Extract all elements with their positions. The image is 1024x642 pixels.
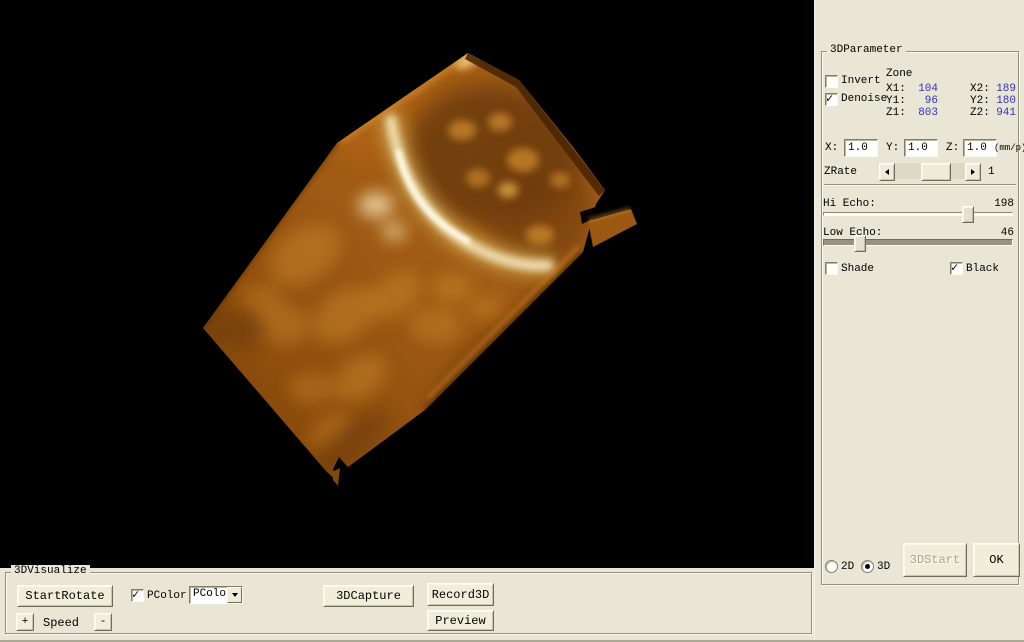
- low-echo-label: Low Echo:: [823, 227, 882, 239]
- zone-y2-label: Y2:: [970, 95, 990, 107]
- denoise-label: Denoise: [841, 93, 887, 105]
- app-window: 3DParameter Invert Denoise Zone X1: 104 …: [0, 0, 1024, 642]
- zone-x1-value: 104: [910, 83, 938, 95]
- visualize-panel: 3DVisualize StartRotate PColor PColor 3D…: [0, 568, 814, 640]
- low-echo-value: 46: [982, 227, 1014, 239]
- zrate-value: 1: [988, 166, 995, 178]
- hi-echo-label: Hi Echo:: [823, 198, 876, 210]
- scale-x-input[interactable]: 1.0: [844, 139, 878, 157]
- scale-x-label: X:: [825, 142, 838, 154]
- parameter-panel: 3DParameter Invert Denoise Zone X1: 104 …: [814, 0, 1024, 640]
- zone-z2-label: Z2:: [970, 107, 990, 119]
- ok-button[interactable]: OK: [973, 543, 1020, 577]
- black-label: Black: [966, 263, 999, 275]
- arrow-right-icon: [971, 169, 975, 175]
- start-rotate-button[interactable]: StartRotate: [17, 585, 113, 607]
- zone-z1-value: 803: [910, 107, 938, 119]
- preview-button[interactable]: Preview: [427, 610, 494, 631]
- zone-y2-value: 180: [988, 95, 1016, 107]
- scale-y-input[interactable]: 1.0: [904, 139, 938, 157]
- mode-3d-label: 3D: [877, 561, 890, 573]
- parameter-group-title: 3DParameter: [827, 44, 906, 57]
- hi-echo-slider-thumb[interactable]: [962, 206, 974, 223]
- start3d-button[interactable]: 3DStart: [903, 543, 967, 577]
- low-echo-slider-thumb[interactable]: [854, 235, 866, 252]
- visualize-groupbox: 3DVisualize StartRotate PColor PColor 3D…: [5, 572, 812, 634]
- black-checkbox[interactable]: [950, 262, 963, 275]
- zone-x2-label: X2:: [970, 83, 990, 95]
- zone-z2-value: 941: [988, 107, 1016, 119]
- zone-x1-label: X1:: [886, 83, 906, 95]
- zone-y1-label: Y1:: [886, 95, 906, 107]
- zrate-scroll-thumb[interactable]: [921, 163, 951, 181]
- shade-checkbox[interactable]: [825, 262, 838, 275]
- capture-button[interactable]: 3DCapture: [323, 585, 414, 607]
- parameter-groupbox: 3DParameter Invert Denoise Zone X1: 104 …: [821, 51, 1019, 585]
- scale-z-label: Z:: [946, 142, 959, 154]
- invert-checkbox[interactable]: [825, 75, 838, 88]
- zone-x2-value: 189: [988, 83, 1016, 95]
- separator-line: [824, 184, 1016, 186]
- zrate-scroll-left-button[interactable]: [879, 163, 895, 181]
- arrow-left-icon: [885, 169, 889, 175]
- speed-plus-button[interactable]: +: [16, 613, 34, 631]
- speed-label: Speed: [43, 617, 79, 629]
- zrate-scrollbar[interactable]: [879, 163, 981, 179]
- pcolor-dropdown-button[interactable]: [227, 587, 242, 603]
- zrate-label: ZRate: [824, 166, 857, 178]
- chevron-down-icon: [232, 593, 238, 597]
- zone-y1-value: 96: [910, 95, 938, 107]
- shade-label: Shade: [841, 263, 874, 275]
- denoise-checkbox[interactable]: [825, 93, 838, 106]
- low-echo-slider-track[interactable]: [823, 239, 1013, 246]
- zone-label: Zone: [886, 68, 912, 80]
- zrate-scroll-right-button[interactable]: [965, 163, 981, 181]
- mode-2d-radio[interactable]: [825, 560, 838, 573]
- invert-label: Invert: [841, 75, 881, 87]
- pcolor-checkbox-label: PColor: [147, 590, 187, 602]
- hi-echo-slider-track[interactable]: [823, 212, 1013, 216]
- scale-y-label: Y:: [886, 142, 899, 154]
- scale-unit-label: (mm/p): [994, 142, 1024, 154]
- record3d-button[interactable]: Record3D: [427, 583, 494, 606]
- hi-echo-value: 198: [982, 198, 1014, 210]
- 3d-ultrasound-render: [0, 0, 814, 568]
- pcolor-dropdown[interactable]: PColor: [189, 586, 243, 604]
- render-viewport[interactable]: [0, 0, 814, 568]
- scale-z-input[interactable]: 1.0: [963, 139, 997, 157]
- zone-z1-label: Z1:: [886, 107, 906, 119]
- pcolor-checkbox[interactable]: [131, 589, 144, 602]
- visualize-group-title: 3DVisualize: [11, 565, 90, 578]
- speed-minus-button[interactable]: -: [94, 613, 112, 631]
- mode-3d-radio[interactable]: [861, 560, 874, 573]
- mode-2d-label: 2D: [841, 561, 854, 573]
